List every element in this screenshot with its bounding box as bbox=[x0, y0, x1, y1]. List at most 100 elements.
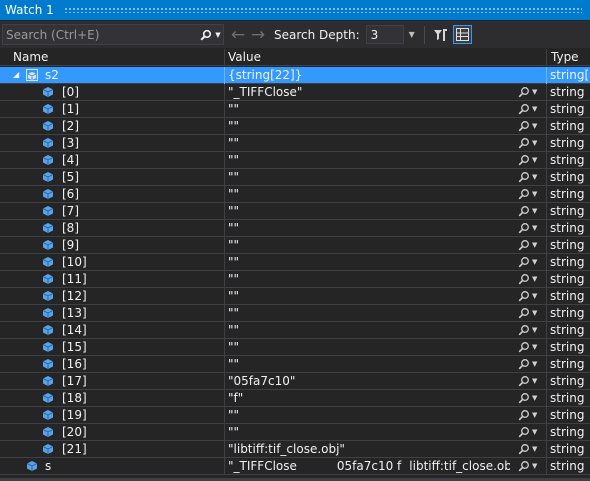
magnifier-icon[interactable] bbox=[518, 358, 530, 370]
visualizer-dropdown-icon[interactable]: ▼ bbox=[532, 156, 537, 164]
visualizer-dropdown-icon[interactable]: ▼ bbox=[532, 309, 537, 317]
visualizer-dropdown-icon[interactable]: ▼ bbox=[532, 428, 537, 436]
visualizer-dropdown-icon[interactable]: ▼ bbox=[532, 360, 537, 368]
watch-row-element[interactable]: [2] "" ▼ string bbox=[0, 118, 590, 135]
watch-row-element[interactable]: [18] "f" ▼ string bbox=[0, 390, 590, 407]
watch-row-element[interactable]: [17] "05fa7c10" ▼ string bbox=[0, 373, 590, 390]
magnifier-icon[interactable] bbox=[518, 205, 530, 217]
visualizer-dropdown-icon[interactable]: ▼ bbox=[532, 207, 537, 215]
magnifier-icon[interactable] bbox=[518, 239, 530, 251]
watch-row-element[interactable]: [20] "" ▼ string bbox=[0, 424, 590, 441]
value-tools: ▼ bbox=[518, 271, 546, 287]
visualizer-dropdown-icon[interactable]: ▼ bbox=[532, 326, 537, 334]
cube-icon bbox=[26, 460, 38, 472]
magnifier-icon[interactable] bbox=[518, 188, 530, 200]
element-index: [1] bbox=[62, 102, 79, 116]
magnifier-icon[interactable] bbox=[518, 375, 530, 387]
visualizer-dropdown-icon[interactable]: ▼ bbox=[532, 343, 537, 351]
cell-divider bbox=[224, 135, 225, 152]
watch-row-element[interactable]: [6] "" ▼ string bbox=[0, 186, 590, 203]
arrow-right-icon[interactable]: → bbox=[248, 25, 268, 45]
magnifier-icon[interactable] bbox=[518, 120, 530, 132]
magnifier-icon[interactable] bbox=[518, 137, 530, 149]
visualizer-dropdown-icon[interactable]: ▼ bbox=[532, 445, 537, 453]
element-index: [21] bbox=[62, 442, 87, 456]
visualizer-dropdown-icon[interactable]: ▼ bbox=[532, 292, 537, 300]
visualizer-dropdown-icon[interactable]: ▼ bbox=[532, 411, 537, 419]
magnifier-icon[interactable] bbox=[518, 443, 530, 455]
magnifier-icon[interactable] bbox=[518, 171, 530, 183]
visualizer-dropdown-icon[interactable]: ▼ bbox=[532, 224, 537, 232]
magnifier-icon[interactable] bbox=[518, 460, 530, 472]
columns-toggle-icon[interactable] bbox=[452, 25, 472, 44]
column-header-name[interactable]: Name bbox=[13, 49, 48, 66]
magnifier-icon[interactable] bbox=[518, 86, 530, 98]
magnifier-icon[interactable] bbox=[518, 103, 530, 115]
visualizer-dropdown-icon[interactable]: ▼ bbox=[532, 258, 537, 266]
element-type: string bbox=[550, 204, 585, 218]
watch-row-element[interactable]: [16] "" ▼ string bbox=[0, 356, 590, 373]
visualizer-dropdown-icon[interactable]: ▼ bbox=[532, 122, 537, 130]
watch-row-element[interactable]: [3] "" ▼ string bbox=[0, 135, 590, 152]
watch-row-element[interactable]: [11] "" ▼ string bbox=[0, 271, 590, 288]
visualizer-dropdown-icon[interactable]: ▼ bbox=[532, 88, 537, 96]
chevron-down-icon[interactable]: ▼ bbox=[406, 25, 418, 44]
magnifier-icon[interactable] bbox=[518, 290, 530, 302]
magnifier-icon[interactable] bbox=[518, 409, 530, 421]
visualizer-dropdown-icon[interactable]: ▼ bbox=[532, 190, 537, 198]
visualizer-dropdown-icon[interactable]: ▼ bbox=[532, 462, 537, 470]
search-input[interactable] bbox=[3, 27, 199, 42]
watch-row-element[interactable]: [13] "" ▼ string bbox=[0, 305, 590, 322]
column-header-type[interactable]: Type bbox=[551, 49, 579, 66]
watch-row-element[interactable]: [19] "" ▼ string bbox=[0, 407, 590, 424]
search-options-dropdown-icon[interactable]: ▼ bbox=[213, 25, 223, 44]
watch-row-element[interactable]: [8] "" ▼ string bbox=[0, 220, 590, 237]
magnifier-icon[interactable] bbox=[518, 256, 530, 268]
magnifier-icon[interactable] bbox=[199, 25, 213, 44]
magnifier-icon[interactable] bbox=[518, 307, 530, 319]
watch-rows: ◢ s2 {string[22]} string[] [0] "_TIFFClos… bbox=[0, 67, 590, 475]
watch-row-element[interactable]: [5] "" ▼ string bbox=[0, 169, 590, 186]
visualizer-dropdown-icon[interactable]: ▼ bbox=[532, 105, 537, 113]
column-resize-handle[interactable] bbox=[546, 49, 547, 66]
magnifier-icon[interactable] bbox=[518, 341, 530, 353]
watch-row-element[interactable]: [9] "" ▼ string bbox=[0, 237, 590, 254]
visualizer-dropdown-icon[interactable]: ▼ bbox=[532, 139, 537, 147]
watch-row-element[interactable]: [12] "" ▼ string bbox=[0, 288, 590, 305]
magnifier-icon[interactable] bbox=[518, 324, 530, 336]
magnifier-icon[interactable] bbox=[518, 154, 530, 166]
cube-icon bbox=[42, 307, 54, 319]
magnifier-icon[interactable] bbox=[518, 426, 530, 438]
watch-row-s[interactable]: s "_TIFFClose 05fa7c10 f libtiff:tif_close… bbox=[0, 458, 590, 475]
value-tools: ▼ bbox=[518, 458, 546, 474]
arrow-left-icon[interactable]: ← bbox=[228, 25, 248, 45]
column-header-value[interactable]: Value bbox=[228, 49, 261, 66]
window-title-bar[interactable]: Watch 1 bbox=[0, 0, 590, 20]
visualizer-dropdown-icon[interactable]: ▼ bbox=[532, 377, 537, 385]
watch-row-element[interactable]: [14] "" ▼ string bbox=[0, 322, 590, 339]
filter-pin-icon[interactable] bbox=[431, 25, 450, 44]
element-value: "" bbox=[228, 340, 240, 354]
search-depth-select[interactable]: 3 bbox=[365, 25, 404, 44]
value-part: "_TIFFClose bbox=[228, 459, 297, 473]
visualizer-dropdown-icon[interactable]: ▼ bbox=[532, 275, 537, 283]
magnifier-icon[interactable] bbox=[518, 392, 530, 404]
watch-row-element[interactable]: [15] "" ▼ string bbox=[0, 339, 590, 356]
watch-row-element[interactable]: [4] "" ▼ string bbox=[0, 152, 590, 169]
column-resize-handle[interactable] bbox=[224, 49, 225, 66]
watch-row-element[interactable]: [7] "" ▼ string bbox=[0, 203, 590, 220]
visualizer-dropdown-icon[interactable]: ▼ bbox=[532, 241, 537, 249]
watch-row-element[interactable]: [0] "_TIFFClose" ▼ string bbox=[0, 84, 590, 101]
watch-row-element[interactable]: [21] "libtiff:tif_close.obj" ▼ string bbox=[0, 441, 590, 458]
expanded-triangle-icon[interactable]: ◢ bbox=[13, 71, 21, 79]
watch-row-element[interactable]: [1] "" ▼ string bbox=[0, 101, 590, 118]
visualizer-dropdown-icon[interactable]: ▼ bbox=[532, 173, 537, 181]
magnifier-icon[interactable] bbox=[518, 222, 530, 234]
watch-row-element[interactable]: [10] "" ▼ string bbox=[0, 254, 590, 271]
cell-divider bbox=[224, 220, 225, 237]
visualizer-dropdown-icon[interactable]: ▼ bbox=[532, 394, 537, 402]
cube-icon bbox=[42, 358, 54, 370]
magnifier-icon[interactable] bbox=[518, 273, 530, 285]
watch-row-s2[interactable]: ◢ s2 {string[22]} string[] bbox=[0, 67, 590, 84]
search-box: ▼ bbox=[2, 24, 224, 45]
